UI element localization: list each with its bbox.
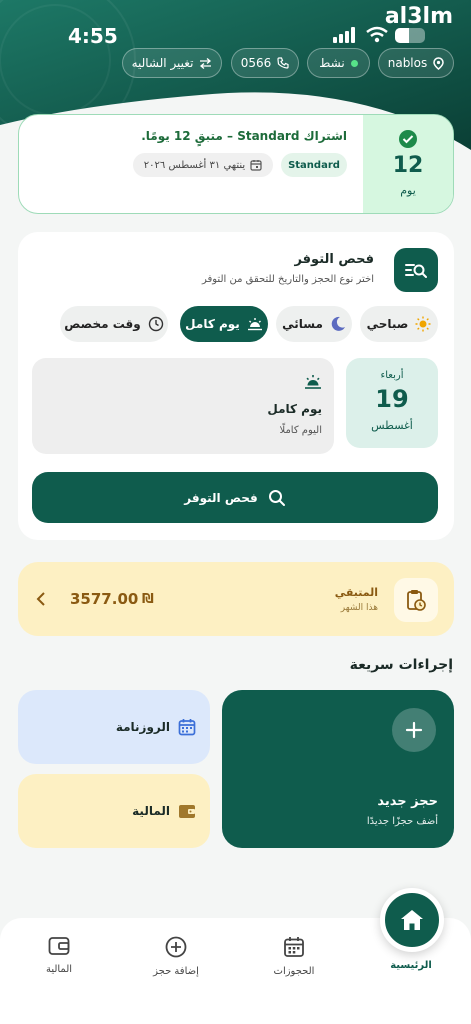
nav-bookings[interactable]: الحجوزات bbox=[249, 936, 339, 977]
search-list-icon bbox=[405, 264, 427, 278]
availability-title: فحص التوفر bbox=[294, 252, 374, 267]
swap-icon bbox=[200, 57, 212, 69]
subscription-days-panel: 12 يوم bbox=[363, 115, 453, 213]
remaining-amount: 3577.00 bbox=[70, 590, 139, 608]
nav-add-booking[interactable]: إضافة حجز bbox=[131, 936, 221, 977]
nav-home[interactable]: الرئيسية bbox=[366, 960, 456, 971]
new-booking-sublabel: أضف حجزًا جديدًا bbox=[366, 816, 438, 827]
finance-label: المالية bbox=[132, 804, 170, 818]
nav-finance-label: المالية bbox=[45, 964, 73, 975]
sunrise-icon bbox=[247, 318, 262, 331]
clipboard-clock-icon bbox=[407, 590, 426, 611]
nav-home-label: الرئيسية bbox=[390, 960, 432, 971]
clock: 4:55 bbox=[68, 24, 118, 48]
expiry-label: ينتهي ٣١ أغسطس ٢٠٢٦ bbox=[143, 159, 246, 171]
finance-button[interactable]: المالية bbox=[18, 774, 210, 848]
phone-icon bbox=[277, 57, 289, 69]
selected-slot-box: يوم كامل اليوم كاملًا bbox=[32, 358, 334, 454]
slot-name: يوم كامل bbox=[267, 402, 322, 416]
change-chalet-label: تغيير الشاليه bbox=[131, 56, 194, 70]
change-chalet-button[interactable]: تغيير الشاليه bbox=[122, 48, 222, 78]
wallet-icon bbox=[179, 805, 195, 818]
moon-icon bbox=[331, 316, 345, 331]
calendar-icon bbox=[284, 937, 304, 957]
segment-full-day-label: يوم كامل bbox=[185, 317, 240, 331]
segment-morning[interactable]: صباحي bbox=[360, 306, 438, 342]
plan-badge-label: Standard bbox=[288, 159, 340, 171]
home-fab-button[interactable] bbox=[380, 888, 444, 952]
availability-card: فحص التوفر اختر نوع الحجز والتاريخ للتحق… bbox=[18, 232, 454, 540]
expiry-pill: ينتهي ٣١ أغسطس ٢٠٢٦ bbox=[133, 153, 273, 177]
nav-bookings-label: الحجوزات bbox=[273, 966, 315, 977]
location-chip[interactable]: nablos bbox=[378, 48, 454, 78]
wifi-icon bbox=[366, 26, 388, 43]
days-label: يوم bbox=[400, 184, 416, 197]
status-dot-icon bbox=[350, 59, 358, 67]
segment-evening[interactable]: مسائي bbox=[276, 306, 352, 342]
remaining-period: هذا الشهر bbox=[340, 603, 378, 613]
nav-add-label: إضافة حجز bbox=[153, 966, 199, 977]
day-number: 19 bbox=[375, 385, 409, 413]
clipboard-clock-icon-box bbox=[394, 578, 438, 622]
chevron-left-icon bbox=[36, 592, 45, 606]
new-booking-label: حجز جديد bbox=[377, 794, 438, 809]
location-pin-icon bbox=[433, 56, 445, 70]
nav-finance[interactable]: المالية bbox=[14, 936, 104, 975]
month-name: أغسطس bbox=[371, 419, 413, 432]
new-booking-button[interactable]: حجز جديد أضف حجزًا جديدًا bbox=[222, 690, 454, 848]
check-availability-button[interactable]: فحص التوفر bbox=[32, 472, 438, 523]
sun-icon bbox=[415, 316, 431, 332]
quick-actions-title: إجراءات سريعة bbox=[349, 657, 453, 673]
wallet-icon bbox=[48, 937, 70, 955]
verified-check-icon bbox=[399, 130, 417, 148]
remaining-balance-card[interactable]: المتبقي هذا الشهر ₪ 3577.00 bbox=[18, 562, 454, 636]
subscription-title: اشتراك Standard – متبقٍ 12 يومًا. bbox=[141, 129, 347, 143]
add-circle-icon bbox=[165, 936, 187, 958]
currency-symbol: ₪ bbox=[142, 592, 154, 607]
plus-icon bbox=[392, 708, 436, 752]
calendar-small-icon bbox=[250, 160, 262, 171]
clock-icon bbox=[148, 316, 163, 332]
segment-custom-time-label: وقت مخصص bbox=[64, 317, 141, 331]
availability-icon-box bbox=[394, 248, 438, 292]
calendar-button[interactable]: الروزنامة bbox=[18, 690, 210, 764]
search-icon bbox=[268, 489, 285, 506]
sunrise-icon bbox=[305, 375, 321, 389]
availability-subtitle: اختر نوع الحجز والتاريخ للتحقق من التوفر bbox=[201, 274, 374, 285]
home-icon bbox=[401, 910, 423, 930]
segment-evening-label: مسائي bbox=[282, 317, 323, 331]
days-remaining-value: 12 bbox=[392, 153, 424, 178]
subscription-card: 12 يوم اشتراك Standard – متبقٍ 12 يومًا.… bbox=[18, 114, 454, 214]
plan-badge: Standard bbox=[281, 153, 347, 177]
calendar-icon bbox=[178, 719, 196, 736]
brand-watermark: al3lm bbox=[384, 4, 453, 29]
date-picker[interactable]: أربعاء 19 أغسطس bbox=[346, 358, 438, 448]
segment-morning-label: صباحي bbox=[366, 317, 409, 331]
status-label: نشط bbox=[319, 56, 345, 70]
signal-icon bbox=[333, 27, 355, 43]
location-label: nablos bbox=[387, 56, 428, 70]
slot-description: اليوم كاملًا bbox=[279, 425, 322, 436]
calendar-label: الروزنامة bbox=[115, 720, 170, 734]
remaining-label: المتبقي bbox=[334, 586, 378, 599]
day-name: أربعاء bbox=[380, 370, 404, 381]
phone-label: 0566 bbox=[240, 56, 272, 70]
status-chip: نشط bbox=[307, 48, 370, 78]
segment-full-day[interactable]: يوم كامل bbox=[180, 306, 268, 342]
check-availability-label: فحص التوفر bbox=[184, 490, 258, 505]
segment-custom-time[interactable]: وقت مخصص bbox=[60, 306, 168, 342]
battery-icon bbox=[395, 28, 425, 43]
phone-chip[interactable]: 0566 bbox=[231, 48, 299, 78]
